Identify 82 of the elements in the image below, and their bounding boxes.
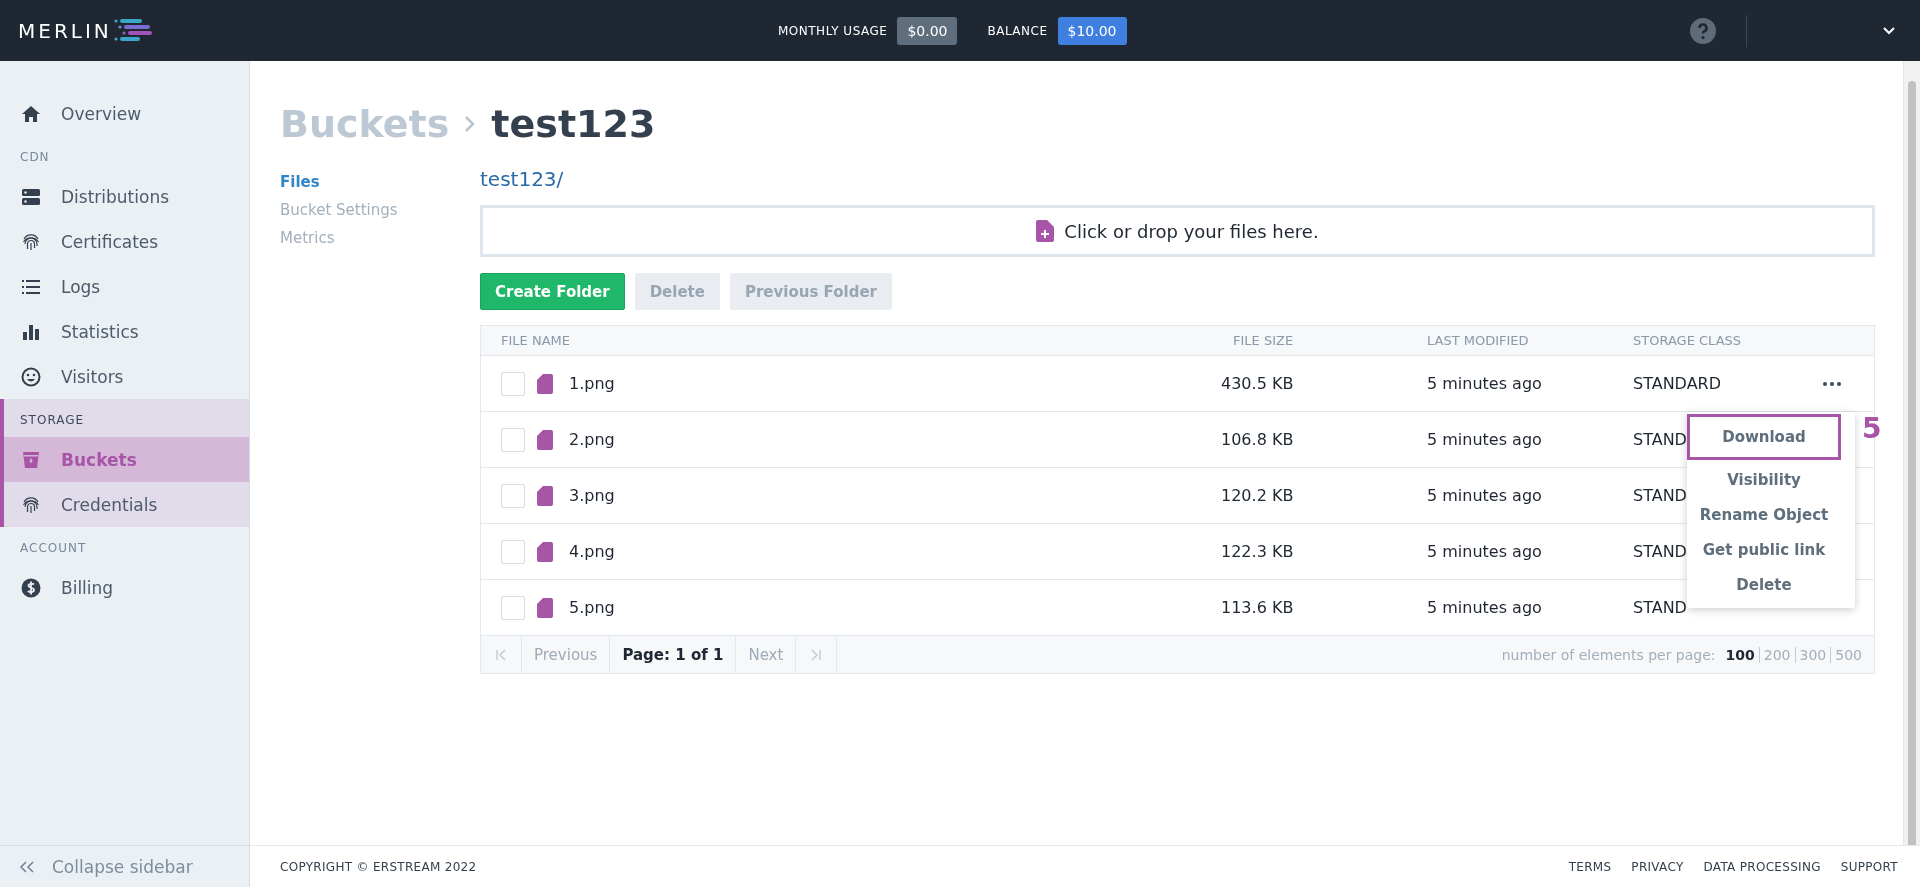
table-cell-text: 5 minutes ago [1427, 374, 1543, 393]
nav-item[interactable]: Visitors [0, 354, 249, 399]
nav-item[interactable]: Logs [0, 264, 249, 309]
table-cell: STAND [1633, 542, 1687, 561]
nav-item[interactable]: Certificates [0, 219, 249, 264]
home-icon [21, 103, 41, 124]
column-header[interactable]: FILE NAME [501, 333, 1221, 348]
nav-item[interactable]: Distributions [0, 174, 249, 219]
row-checkbox[interactable] [501, 483, 525, 508]
nav-item[interactable]: Credentials [4, 482, 249, 527]
double-chevron-left-icon [20, 860, 34, 873]
file-icon [537, 541, 553, 562]
subnav-tab[interactable]: Files [280, 173, 480, 191]
usage-amount: $0.00 [897, 16, 958, 45]
table-cell-text: 430.5 KB [1221, 374, 1295, 393]
nav-item[interactable]: Statistics [0, 309, 249, 354]
row-checkbox[interactable] [501, 539, 525, 564]
footer-link[interactable]: DATA PROCESSING [1703, 859, 1821, 874]
fingerprint-icon [21, 494, 41, 515]
fingerprint-icon [21, 231, 41, 252]
table-cell-text: 5 minutes ago [1427, 542, 1543, 561]
add-file-icon [1036, 220, 1055, 242]
file-icon [537, 597, 553, 618]
chevron-down-icon[interactable] [1882, 25, 1896, 36]
row-checkbox[interactable] [501, 595, 525, 620]
section-heading: ACCOUNT [19, 540, 88, 557]
column-header[interactable]: STORAGE CLASS [1633, 333, 1819, 348]
smiley-icon [21, 366, 41, 387]
table-cell: STAND [1633, 486, 1687, 505]
last-page-icon[interactable] [810, 648, 823, 661]
file-name[interactable]: 2.png [569, 430, 615, 449]
help-icon[interactable] [1690, 17, 1716, 44]
table-cell: STAND [1633, 598, 1687, 617]
row-checkbox[interactable] [501, 427, 525, 452]
page-size-label: number of elements per page: [1501, 646, 1716, 663]
copyright-text: COPYRIGHT © ERSTREAM 2022 [280, 859, 477, 874]
nav-item[interactable]: Overview [0, 91, 249, 136]
page-indicator: Page: 1 of 1 [610, 636, 737, 673]
bucket-icon [21, 449, 41, 470]
step-number: 5 [1862, 412, 1882, 445]
row-checkbox[interactable] [501, 371, 525, 396]
menu-item[interactable]: Download [1687, 414, 1841, 460]
balance-label: BALANCE [987, 23, 1048, 38]
logo[interactable]: MERLIN [18, 18, 112, 43]
footer-link[interactable]: PRIVACY [1631, 859, 1684, 874]
first-page-icon[interactable] [495, 648, 507, 661]
file-name[interactable]: 1.png [569, 374, 615, 393]
usage-label: MONTHLY USAGE [778, 23, 888, 38]
logo-stripes-icon [113, 17, 154, 44]
column-header[interactable]: LAST MODIFIED [1427, 333, 1633, 348]
scrollbar[interactable] [1903, 61, 1920, 845]
file-icon [537, 485, 553, 506]
table-cell-text: 106.8 KB [1221, 430, 1295, 449]
table-cell-text: 113.6 KB [1221, 598, 1295, 617]
table-cell: STANDARD [1633, 374, 1722, 393]
table-cell-text: 120.2 KB [1221, 486, 1295, 505]
table-cell-text: 122.3 KB [1221, 542, 1295, 561]
file-name[interactable]: 5.png [569, 598, 615, 617]
page-size-option[interactable]: 100 [1721, 646, 1759, 663]
server-icon [21, 186, 41, 207]
nav-item[interactable]: Billing [0, 565, 249, 610]
page-title: test123 [491, 102, 656, 146]
footer-link[interactable]: TERMS [1568, 859, 1612, 874]
file-name[interactable]: 3.png [569, 486, 615, 505]
table-cell: STAND [1633, 430, 1687, 449]
table-cell-text: 5 minutes ago [1427, 486, 1543, 505]
section-heading: STORAGE [19, 412, 86, 429]
drop-hint: Click or drop your files here. [1064, 220, 1319, 242]
file-name[interactable]: 4.png [569, 542, 615, 561]
more-options-icon[interactable] [1823, 381, 1841, 386]
file-icon [537, 429, 553, 450]
table-cell-text: 5 minutes ago [1427, 598, 1543, 617]
balance-amount: $10.00 [1057, 16, 1127, 45]
file-drop-zone[interactable]: Click or drop your files here. [480, 205, 1875, 257]
collapse-sidebar-button[interactable]: Collapse sidebar [0, 845, 250, 887]
folder-path-link[interactable]: test123/ [480, 167, 1875, 205]
footer-link[interactable]: SUPPORT [1840, 859, 1898, 874]
column-header[interactable]: FILE SIZE [1221, 333, 1427, 348]
dollar-icon [21, 577, 41, 598]
section-heading: CDN [19, 149, 51, 166]
file-icon [537, 373, 553, 394]
table-cell-text: 5 minutes ago [1427, 430, 1543, 449]
